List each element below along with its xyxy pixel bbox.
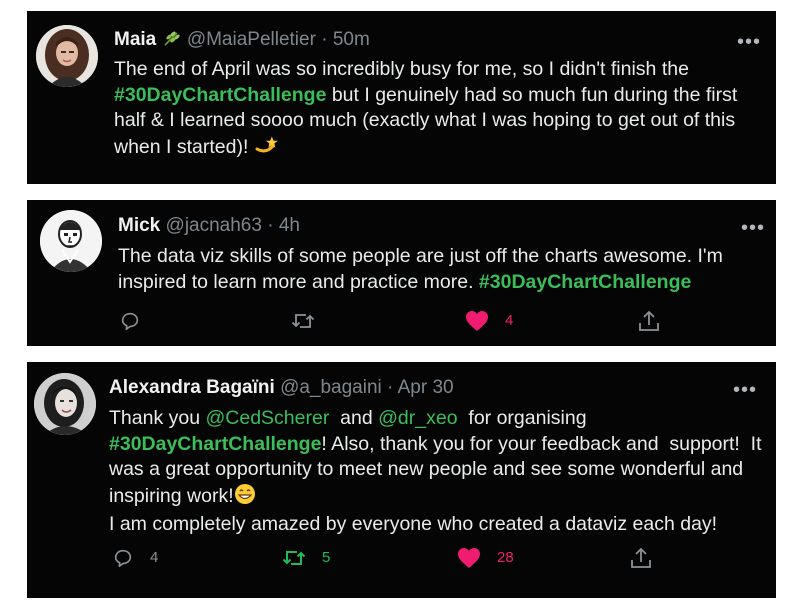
retweet-button[interactable]: 5: [282, 547, 330, 569]
text-line: #30DayChartChallenge! Also, thank you fo…: [109, 432, 762, 455]
avatar[interactable]: [40, 210, 102, 272]
reply-count: 4: [150, 549, 159, 566]
tweet-header: Mick @jacnah63 · 4h: [118, 214, 300, 238]
handle[interactable]: @a_bagaini: [280, 377, 382, 398]
handle[interactable]: @MaiaPelletier: [187, 29, 316, 50]
separator: ·: [321, 29, 328, 50]
separator: ·: [387, 377, 394, 398]
tweet-card[interactable]: Alexandra Bagaïni @a_bagaini · Apr 30 ••…: [27, 362, 776, 598]
herb-icon: [162, 28, 182, 55]
tweet-text: The end of April was so incredibly busy …: [114, 57, 769, 163]
mention-link[interactable]: @CedScherer: [205, 407, 329, 429]
text-line: Thank you @CedScherer and @dr_xeo for or…: [109, 407, 587, 429]
hashtag-link[interactable]: #30DayChartChallenge: [479, 271, 691, 293]
tweet-card[interactable]: Maia @MaiaPelletier · 50m ••• The end of…: [27, 11, 776, 184]
share-icon: [631, 547, 651, 568]
heart-icon: [458, 548, 480, 568]
retweet-icon: [282, 551, 306, 565]
text-line: when I started)!: [114, 134, 769, 164]
text-line: inspiring work!: [109, 483, 761, 513]
dizzy-emoji-icon: [254, 134, 278, 164]
tweet-card[interactable]: Mick @jacnah63 · 4h ••• The data viz ski…: [27, 200, 776, 346]
retweet-button[interactable]: [291, 310, 315, 332]
timestamp[interactable]: 50m: [333, 29, 370, 50]
display-name[interactable]: Mick: [118, 215, 160, 236]
action-bar: 4 5 28: [112, 547, 682, 573]
share-icon: [639, 310, 659, 331]
reply-button[interactable]: [119, 310, 141, 332]
more-options-icon[interactable]: •••: [733, 380, 757, 400]
display-name[interactable]: Alexandra Bagaïni: [109, 377, 275, 398]
tweet-text: Thank you @CedScherer and @dr_xeo for or…: [109, 406, 762, 538]
like-count: 28: [497, 549, 514, 566]
reply-icon: [114, 549, 132, 568]
hashtag-link[interactable]: #30DayChartChallenge: [114, 84, 326, 106]
share-button[interactable]: [630, 547, 652, 569]
avatar[interactable]: [34, 373, 96, 435]
retweet-count: 5: [322, 549, 331, 566]
display-name[interactable]: Maia: [114, 29, 156, 50]
like-button[interactable]: 28: [457, 547, 514, 569]
hashtag-link[interactable]: #30DayChartChallenge: [109, 433, 321, 455]
handle[interactable]: @jacnah63: [166, 215, 262, 236]
more-options-icon[interactable]: •••: [741, 218, 765, 238]
tweet-header: Alexandra Bagaïni @a_bagaini · Apr 30: [109, 376, 454, 400]
text-line: half & I learned soooo much (exactly wha…: [114, 109, 736, 131]
text-line: #30DayChartChallenge but I genuinely had…: [114, 83, 738, 106]
text-line: inspired to learn more and practice more…: [118, 270, 692, 293]
heart-icon: [466, 311, 488, 331]
tweet-header: Maia @MaiaPelletier · 50m: [114, 28, 370, 55]
grinning-emoji-icon: [234, 483, 256, 513]
separator: ·: [267, 215, 274, 236]
text-line: The data viz skills of some people are j…: [118, 245, 723, 267]
text-line: was a great opportunity to meet new peop…: [109, 458, 744, 480]
timestamp[interactable]: Apr 30: [398, 377, 454, 398]
like-count: 4: [505, 312, 514, 329]
share-button[interactable]: [638, 310, 660, 332]
tweet-text: The data viz skills of some people are j…: [118, 244, 758, 295]
text-line: The end of April was so incredibly busy …: [114, 58, 689, 80]
timestamp[interactable]: 4h: [279, 215, 300, 236]
action-bar: 4: [119, 310, 679, 336]
reply-button[interactable]: 4: [112, 547, 158, 569]
text-line: I am completely amazed by everyone who c…: [109, 513, 718, 535]
more-options-icon[interactable]: •••: [737, 32, 761, 52]
avatar[interactable]: [36, 25, 98, 87]
reply-icon: [121, 312, 139, 331]
like-button[interactable]: 4: [465, 310, 513, 332]
retweet-icon: [291, 314, 315, 328]
mention-link[interactable]: @dr_xeo: [378, 407, 457, 429]
